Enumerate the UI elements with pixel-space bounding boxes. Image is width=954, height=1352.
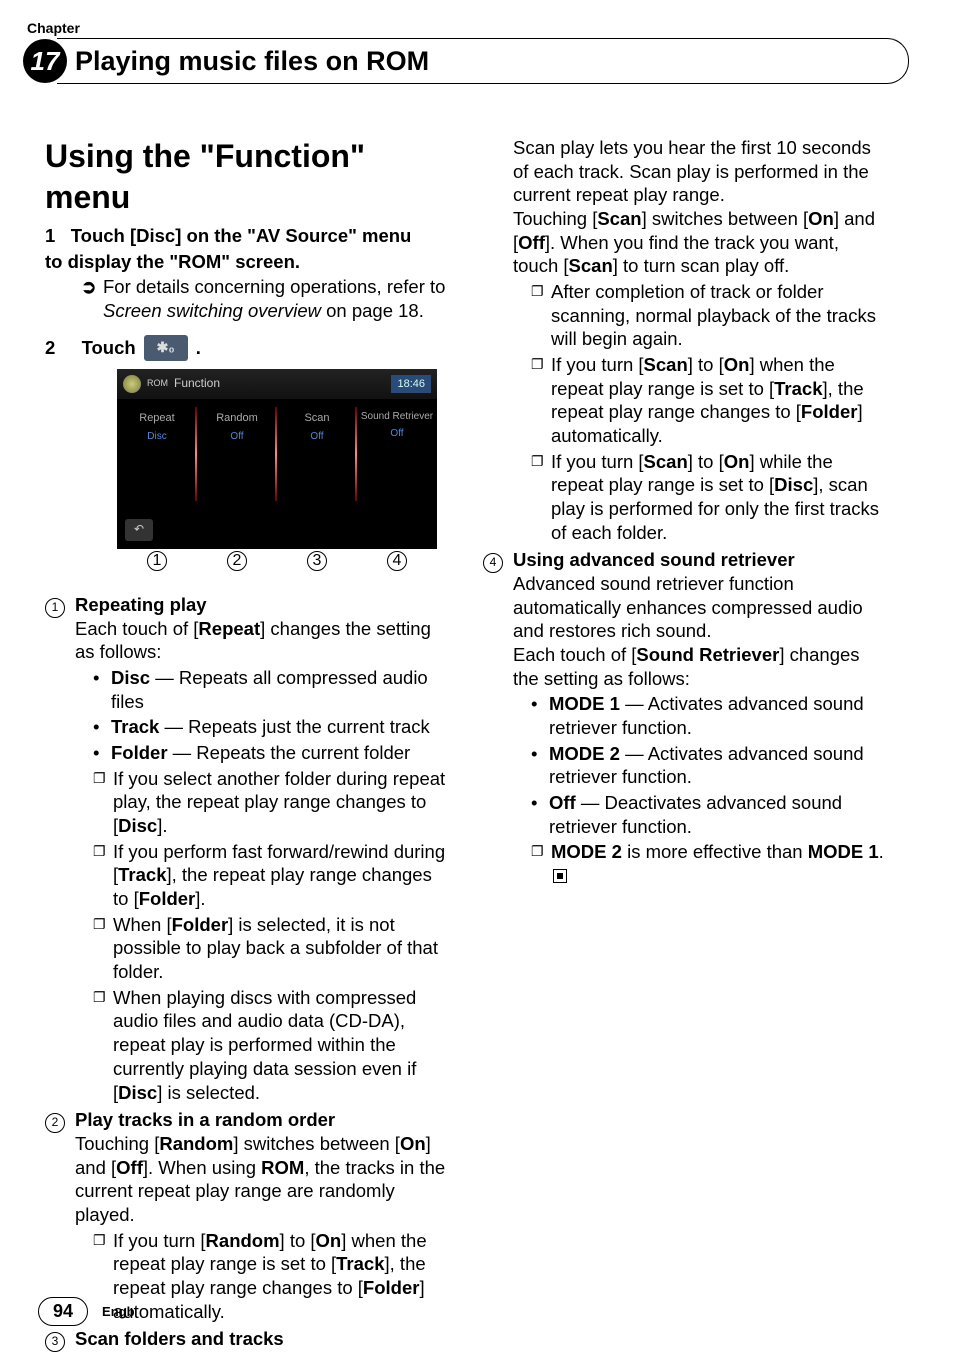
cell-sound-retriever: Sound Retriever Off (357, 399, 437, 509)
note-text: MODE 2 is more effective than MODE 1. (551, 840, 887, 887)
scan-toggle-text: Touching [Scan] switches between [On] an… (513, 207, 887, 278)
bullet-text: MODE 2 — Activates advanced sound retrie… (549, 742, 887, 789)
note-icon: ❐ (531, 450, 551, 545)
ref-text: For details concerning operations, refer… (103, 275, 449, 322)
chapter-label: Chapter (27, 20, 909, 36)
ref-italic: Screen switching overview (103, 300, 321, 321)
scan-intro: Scan play lets you hear the first 10 sec… (513, 136, 887, 207)
bullet-icon: • (531, 791, 549, 838)
item-number: 1 (45, 598, 65, 618)
page-footer: 94 Engb (38, 1297, 135, 1326)
function-gear-icon: ✱₀ (144, 335, 188, 361)
item-repeating-play: 1 Repeating play Each touch of [Repeat] … (45, 593, 449, 1104)
cell-label: Random (197, 411, 277, 425)
note-text: If you turn [Random] to [On] when the re… (113, 1229, 449, 1324)
end-section-icon (553, 869, 567, 883)
callout-row: 1 2 3 4 (117, 551, 437, 571)
step-2: 2 Touch ✱₀ . (45, 335, 449, 361)
bullet-text: MODE 1 — Activates advanced sound retrie… (549, 692, 887, 739)
item-intro: Each touch of [Repeat] changes the setti… (75, 617, 449, 664)
cell-label: Repeat (117, 411, 197, 425)
item-text: Advanced sound retriever function automa… (513, 572, 887, 643)
item-scan: 3 Scan folders and tracks (45, 1327, 449, 1352)
arrow-icon: ➲ (81, 275, 103, 322)
note-icon: ❐ (531, 840, 551, 887)
chapter-header: 17 Playing music files on ROM (23, 38, 909, 84)
item-text: Each touch of [Sound Retriever] changes … (513, 643, 887, 690)
cell-value: Off (357, 428, 437, 441)
cell-repeat: Repeat Disc (117, 399, 197, 509)
cell-random: Random Off (197, 399, 277, 509)
function-label: Function (174, 376, 220, 391)
cell-value: Off (197, 431, 277, 444)
back-icon: ↶ (125, 519, 153, 541)
clock: 18:46 (391, 375, 431, 393)
item-random-order: 2 Play tracks in a random order Touching… (45, 1108, 449, 1323)
item-number: 2 (45, 1113, 65, 1133)
rom-disc-icon (123, 375, 141, 393)
callout-3: 3 (307, 551, 327, 571)
step-text: . (196, 336, 201, 360)
heading-text: Using the " (45, 138, 215, 174)
chapter-title-frame: Playing music files on ROM (57, 38, 909, 84)
note-icon: ❐ (531, 353, 551, 448)
cell-value: Off (277, 431, 357, 444)
bullet-text: Track — Repeats just the current track (111, 715, 430, 739)
function-screenshot: ROM Function 18:46 Repeat Disc Random (117, 369, 437, 571)
heading-func: Function (215, 138, 350, 174)
bullet-text: Folder — Repeats the current folder (111, 741, 410, 765)
note-text: When [Folder] is selected, it is not pos… (113, 913, 449, 984)
step-text: Touch (82, 336, 136, 360)
cell-value: Disc (117, 431, 197, 444)
note-text: When playing discs with compressed audio… (113, 986, 449, 1104)
step-1: 1 Touch [Disc] on the "AV Source" menu (45, 224, 449, 248)
step-number: 2 (45, 336, 55, 360)
section-heading: Using the "Function" menu (45, 136, 449, 218)
item-title: Play tracks in a random order (75, 1108, 449, 1132)
note-text: After completion of track or folder scan… (551, 280, 887, 351)
cell-scan: Scan Off (277, 399, 357, 509)
bullet-text: Disc — Repeats all compressed audio file… (111, 666, 449, 713)
step-1-cont: to display the "ROM" screen. (45, 250, 449, 274)
note-icon: ❐ (93, 986, 113, 1104)
item-sound-retriever: 4 Using advanced sound retriever Advance… (483, 548, 887, 887)
chapter-title: Playing music files on ROM (75, 46, 429, 77)
item-title: Scan folders and tracks (75, 1327, 449, 1351)
note-icon: ❐ (93, 840, 113, 911)
page-number: 94 (38, 1297, 88, 1326)
note-text: If you turn [Scan] to [On] while the rep… (551, 450, 887, 545)
rom-label: ROM (147, 378, 168, 390)
bullet-icon: • (93, 715, 111, 739)
bullet-icon: • (93, 741, 111, 765)
note-icon: ❐ (93, 767, 113, 838)
bullet-text: Off — Deactivates advanced sound retriev… (549, 791, 887, 838)
chapter-number-badge: 17 (23, 39, 67, 83)
bullet-icon: • (531, 692, 549, 739)
ref-bullet: ➲ For details concerning operations, ref… (81, 275, 449, 322)
item-title: Repeating play (75, 593, 449, 617)
note-icon: ❐ (93, 913, 113, 984)
bullet-icon: • (93, 666, 111, 713)
callout-4: 4 (387, 551, 407, 571)
text: on page 18. (321, 300, 424, 321)
callout-1: 1 (147, 551, 167, 571)
note-text: If you turn [Scan] to [On] when the repe… (551, 353, 887, 448)
cell-label: Scan (277, 411, 357, 425)
step-text: Touch [Disc] on the "AV Source" menu (71, 225, 412, 246)
cell-label: Sound Retriever (357, 411, 437, 422)
language-code: Engb (102, 1304, 135, 1319)
step-number: 1 (45, 225, 55, 246)
note-text: If you perform fast forward/rewind durin… (113, 840, 449, 911)
callout-2: 2 (227, 551, 247, 571)
bullet-icon: • (531, 742, 549, 789)
note-text: If you select another folder during repe… (113, 767, 449, 838)
item-number: 4 (483, 553, 503, 573)
item-text: Touching [Random] switches between [On] … (75, 1132, 449, 1227)
text: For details concerning operations, refer… (103, 276, 445, 297)
column-left: Using the "Function" menu 1 Touch [Disc]… (45, 136, 449, 1352)
note-icon: ❐ (531, 280, 551, 351)
column-right: Scan play lets you hear the first 10 sec… (483, 136, 887, 1352)
item-title: Using advanced sound retriever (513, 548, 887, 572)
item-number: 3 (45, 1332, 65, 1352)
